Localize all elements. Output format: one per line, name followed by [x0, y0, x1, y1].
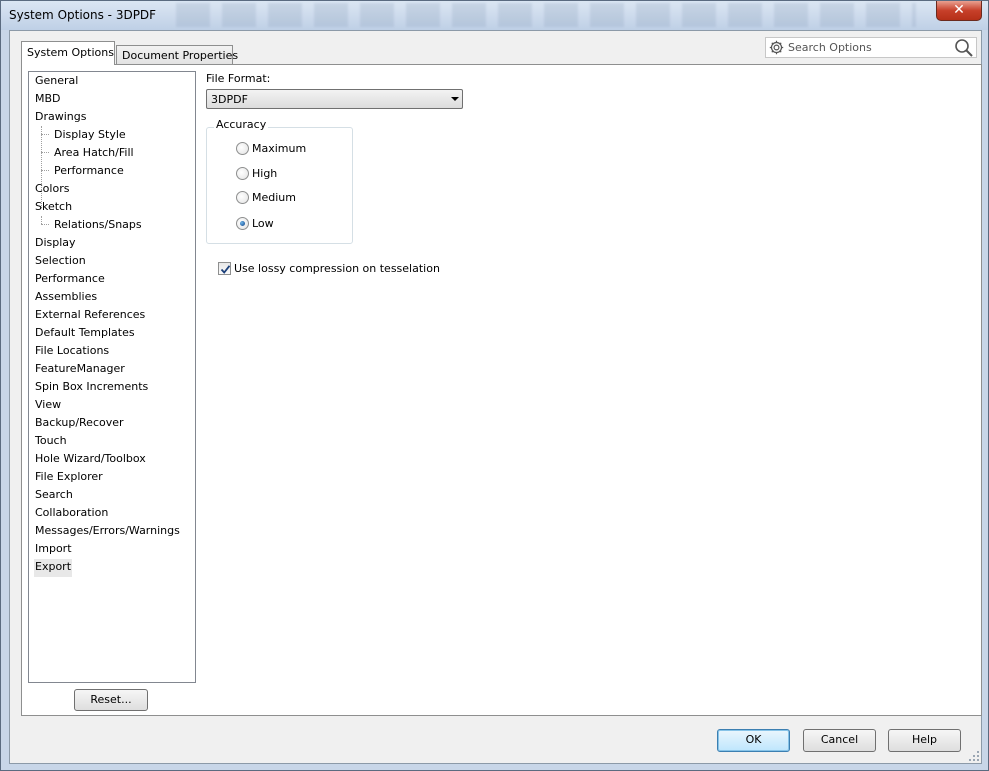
tree-item-mbd[interactable]: MBD	[34, 91, 62, 109]
checkmark-icon	[220, 265, 231, 274]
tree-item-export[interactable]: Export	[34, 559, 73, 577]
tree-item-assemblies[interactable]: Assemblies	[34, 289, 98, 307]
tree-item-external-references[interactable]: External References	[34, 307, 146, 325]
radio-button-checked[interactable]	[236, 217, 249, 230]
tree-connector	[41, 134, 49, 135]
magnifier-icon[interactable]	[954, 38, 974, 57]
title-bar[interactable]: System Options - 3DPDF ✕	[1, 1, 988, 30]
tree-item-file-explorer[interactable]: File Explorer	[34, 469, 104, 487]
accuracy-group-title: Accuracy	[214, 118, 269, 131]
tree-item-selection[interactable]: Selection	[34, 253, 87, 271]
tab-system-options[interactable]: System Options	[21, 41, 115, 65]
tree-item-drawings[interactable]: Drawings	[34, 109, 87, 127]
reset-button[interactable]: Reset...	[74, 689, 148, 711]
background-toolbar-blur	[176, 3, 916, 27]
file-format-select[interactable]: 3DPDF	[206, 89, 463, 109]
radio-button[interactable]	[236, 191, 249, 204]
tree-item-performance[interactable]: Performance	[34, 271, 106, 289]
tree-connector	[41, 152, 49, 153]
tree-item-messages-errors-warnings[interactable]: Messages/Errors/Warnings	[34, 523, 181, 541]
cancel-button[interactable]: Cancel	[803, 729, 876, 752]
help-button[interactable]: Help	[888, 729, 961, 752]
tree-item-view[interactable]: View	[34, 397, 62, 415]
tree-item-default-templates[interactable]: Default Templates	[34, 325, 136, 343]
tree-item-display-style[interactable]: Display Style	[53, 127, 127, 145]
close-icon: ✕	[953, 2, 965, 18]
tree-item-collaboration[interactable]: Collaboration	[34, 505, 109, 523]
close-button[interactable]: ✕	[936, 1, 982, 21]
file-format-label: File Format:	[206, 72, 271, 85]
tree-connector	[41, 170, 49, 171]
tab-document-properties[interactable]: Document Properties	[116, 45, 238, 64]
radio-button[interactable]	[236, 142, 249, 155]
lossy-compression-checkbox[interactable]	[218, 262, 231, 275]
tree-connector	[41, 216, 42, 224]
options-panel: General MBD Drawings Display Style Area …	[21, 64, 982, 716]
file-format-value: 3DPDF	[211, 93, 248, 106]
tree-item-touch[interactable]: Touch	[34, 433, 68, 451]
options-tree[interactable]: General MBD Drawings Display Style Area …	[28, 71, 196, 683]
window-title: System Options - 3DPDF	[9, 8, 157, 22]
tree-item-featuremanager[interactable]: FeatureManager	[34, 361, 126, 379]
lossy-compression-label: Use lossy compression on tesselation	[234, 262, 440, 275]
tree-item-file-locations[interactable]: File Locations	[34, 343, 110, 361]
tree-item-general[interactable]: General	[34, 73, 79, 91]
resize-grip[interactable]	[968, 750, 980, 762]
tree-item-colors[interactable]: Colors	[34, 181, 70, 199]
tree-item-display[interactable]: Display	[34, 235, 77, 253]
radio-label: Medium	[252, 191, 296, 204]
search-input[interactable]: Search Options	[788, 41, 872, 54]
tree-item-import[interactable]: Import	[34, 541, 73, 559]
chevron-down-icon	[451, 97, 459, 101]
radio-label: High	[252, 167, 278, 180]
radio-label: Low	[252, 217, 274, 230]
gear-icon[interactable]	[768, 39, 785, 56]
tree-item-backup-recover[interactable]: Backup/Recover	[34, 415, 125, 433]
tree-connector	[41, 224, 49, 225]
search-options-box[interactable]: Search Options	[765, 37, 977, 58]
ok-button[interactable]: OK	[717, 729, 790, 752]
tree-item-hole-wizard-toolbox[interactable]: Hole Wizard/Toolbox	[34, 451, 147, 469]
dialog-client-area: System Options Document Properties Searc…	[9, 30, 982, 764]
tree-item-spin-box-increments[interactable]: Spin Box Increments	[34, 379, 149, 397]
tree-item-sketch[interactable]: Sketch	[34, 199, 73, 217]
tree-item-relations-snaps[interactable]: Relations/Snaps	[53, 217, 143, 235]
tree-item-search[interactable]: Search	[34, 487, 74, 505]
tree-item-drawings-performance[interactable]: Performance	[53, 163, 125, 181]
tree-item-area-hatch-fill[interactable]: Area Hatch/Fill	[53, 145, 135, 163]
system-options-window: System Options - 3DPDF ✕ System Options …	[0, 0, 989, 771]
radio-button[interactable]	[236, 167, 249, 180]
radio-label: Maximum	[252, 142, 307, 155]
